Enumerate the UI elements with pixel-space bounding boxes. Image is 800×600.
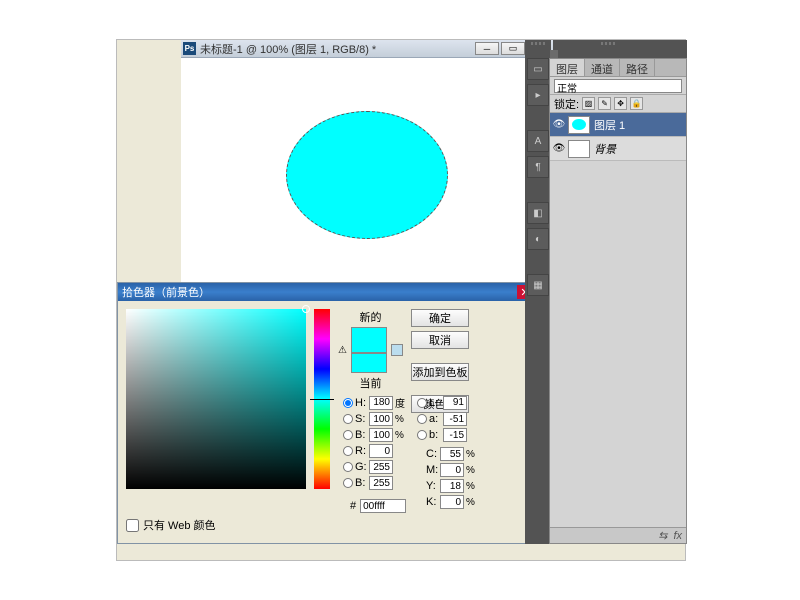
layer-row[interactable]: 👁 图层 1 [550,113,686,137]
layer-row[interactable]: 👁 背景 [550,137,686,161]
cmyk-fields: C:% M:% Y:% K:% [426,447,475,509]
app-icon: Ps [183,42,196,55]
l-input[interactable] [443,396,467,410]
radio-rgb-b[interactable] [343,478,353,488]
g-input[interactable] [369,460,393,474]
web-only-label: 只有 Web 颜色 [143,517,216,533]
hex-row: # [350,499,406,513]
current-color-label: 当前 [359,375,381,391]
app-stage: Ps 未标题-1 @ 100% (图层 1, RGB/8) * ─ ▭ ✕ 拾色… [116,39,686,561]
s-input[interactable] [369,412,393,426]
hex-input[interactable] [360,499,406,513]
color-picker-title: 拾色器（前景色） [122,284,517,300]
radio-s[interactable] [343,414,353,424]
history-icon[interactable]: ▭ [527,58,549,80]
h-input[interactable] [369,396,393,410]
radio-l[interactable] [417,398,427,408]
layers-panel: 图层 通道 路径 正常 锁定: ▨ ✎ ✥ 🔒 👁 图层 1 👁 背景 [549,58,687,544]
document-title: 未标题-1 @ 100% (图层 1, RGB/8) * [200,41,475,57]
rgb-b-input[interactable] [369,476,393,490]
new-color-swatch[interactable] [351,327,387,353]
radio-r[interactable] [343,446,353,456]
selection-ellipse[interactable] [286,111,448,239]
lock-all-icon[interactable]: 🔒 [630,97,643,110]
color-icon[interactable]: ◧ [527,202,549,224]
saturation-field[interactable] [126,309,306,489]
websafe-swatch[interactable] [391,344,403,356]
blend-mode-select[interactable]: 正常 [554,79,682,93]
visibility-icon[interactable]: 👁 [550,119,568,130]
para-icon[interactable]: ¶ [527,156,549,178]
layers-footer: ⇆ fx [550,527,686,543]
panel-grip[interactable] [601,42,615,45]
link-icon[interactable]: ⇆ [658,529,667,542]
tab-paths[interactable]: 路径 [620,59,655,76]
layer-thumb[interactable] [568,116,590,134]
b-input[interactable] [369,428,393,442]
current-color-swatch[interactable] [351,353,387,373]
m-input[interactable] [440,463,464,477]
document-titlebar[interactable]: Ps 未标题-1 @ 100% (图层 1, RGB/8) * ─ ▭ ✕ [181,40,553,58]
lock-paint-icon[interactable]: ✎ [598,97,611,110]
radio-lab-b[interactable] [417,430,427,440]
hue-marker[interactable] [310,399,334,400]
lock-move-icon[interactable]: ✥ [614,97,627,110]
tab-channels[interactable]: 通道 [585,59,620,76]
color-picker-titlebar[interactable]: 拾色器（前景色） ✕ [118,283,537,301]
minimize-button[interactable]: ─ [475,42,499,55]
strip-grip[interactable] [531,42,545,45]
radio-a[interactable] [417,414,427,424]
hue-slider[interactable] [314,309,330,489]
maximize-button[interactable]: ▭ [501,42,525,55]
r-input[interactable] [369,444,393,458]
ok-button[interactable]: 确定 [411,309,469,327]
document-window: Ps 未标题-1 @ 100% (图层 1, RGB/8) * ─ ▭ ✕ [181,40,553,282]
color-picker-dialog: 拾色器（前景色） ✕ 新的 ⚠ [117,282,538,544]
y-input[interactable] [440,479,464,493]
saturation-marker[interactable] [302,305,310,313]
add-swatch-button[interactable]: 添加到色板 [411,363,469,381]
visibility-icon[interactable]: 👁 [550,143,568,154]
gamut-warning-icon[interactable]: ⚠ [338,345,347,356]
panel-tabs: 图层 通道 路径 [550,59,686,77]
lab-b-input[interactable] [443,428,467,442]
layer-name[interactable]: 背景 [594,141,616,157]
lock-transparency-icon[interactable]: ▨ [582,97,595,110]
radio-g[interactable] [343,462,353,472]
char-icon[interactable]: A [527,130,549,152]
swatches-icon[interactable]: ▦ [527,274,549,296]
actions-icon[interactable]: ▸ [527,84,549,106]
fx-label[interactable]: fx [673,530,682,542]
layer-thumb[interactable] [568,140,590,158]
web-only-row: 只有 Web 颜色 [126,517,216,533]
web-only-checkbox[interactable] [126,519,139,532]
lock-label: 锁定: [554,96,579,112]
c-input[interactable] [440,447,464,461]
tab-layers[interactable]: 图层 [550,59,585,76]
cancel-button[interactable]: 取消 [411,331,469,349]
layer-name[interactable]: 图层 1 [594,117,625,133]
a-input[interactable] [443,412,467,426]
k-input[interactable] [440,495,464,509]
new-color-label: 新的 [359,309,381,325]
layer-list: 👁 图层 1 👁 背景 [550,113,686,161]
canvas[interactable] [181,58,553,282]
radio-b[interactable] [343,430,353,440]
styles-icon[interactable]: ◐ [527,228,549,250]
radio-h[interactable] [343,398,353,408]
right-dock-strip: ▭ ▸ A ¶ ◧ ◐ ▦ [525,40,551,544]
